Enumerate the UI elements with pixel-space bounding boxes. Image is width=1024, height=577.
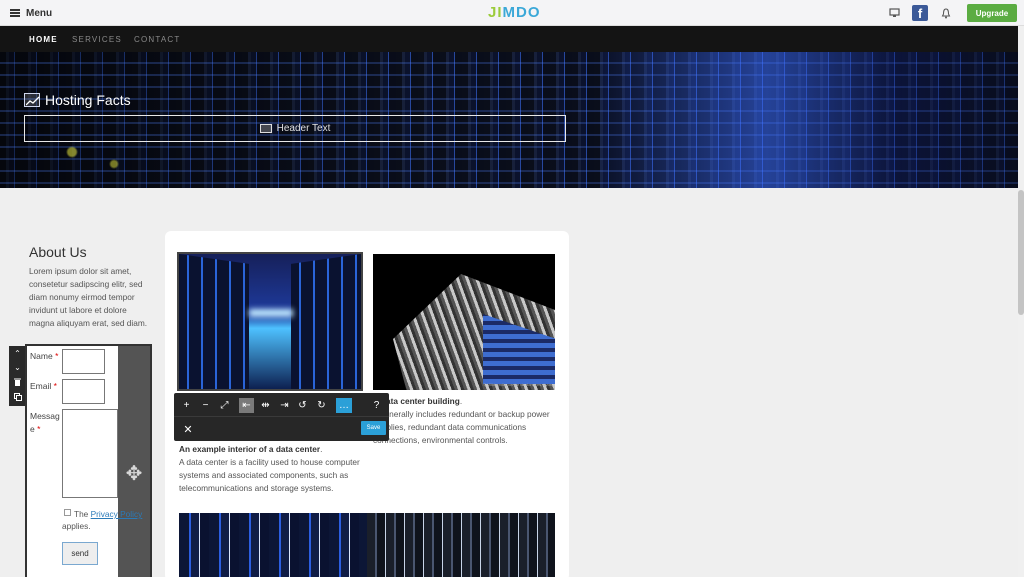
header-text-field[interactable]: Header Text [24, 115, 566, 142]
close-icon[interactable]: ✕ [182, 423, 194, 437]
logo-letter: J [488, 4, 498, 21]
message-label: Messag e * [30, 411, 60, 434]
move-icon[interactable]: ✥ [123, 463, 145, 485]
move-down-icon[interactable]: ⌄ [14, 363, 21, 372]
monitor-icon[interactable] [886, 5, 902, 21]
privacy-text: The Privacy Policy applies. [62, 509, 143, 531]
save-button[interactable]: Save [361, 421, 386, 435]
image-edit-toolbar: + − ⤢ ⇤ ⇹ ⇥ ↺ ↻ … ? ✕ Save [174, 393, 389, 441]
email-input[interactable] [62, 379, 105, 404]
gallery-image-server-room[interactable] [179, 513, 555, 577]
send-button[interactable]: send [62, 542, 98, 565]
copy-icon[interactable] [13, 393, 22, 403]
editor-topbar: Menu JIMDO f Upgrade [0, 0, 1024, 26]
about-title[interactable]: About Us [29, 244, 87, 260]
facebook-icon[interactable]: f [912, 5, 928, 21]
nav-item-home[interactable]: HOME [29, 35, 58, 44]
chart-icon [24, 93, 40, 107]
zoom-in-button[interactable]: + [179, 398, 194, 413]
jimdo-logo[interactable]: JIMDO [488, 4, 541, 21]
bell-icon[interactable] [938, 5, 954, 21]
upgrade-button[interactable]: Upgrade [967, 4, 1017, 22]
caption-building[interactable]: A data center building. It generally inc… [373, 395, 553, 447]
logo-letter: D [516, 4, 528, 21]
text-icon [259, 124, 272, 133]
name-input[interactable] [62, 349, 105, 374]
help-button[interactable]: ? [369, 398, 384, 413]
site-navigation: HOME SERVICES CONTACT [0, 26, 1018, 52]
menu-label: Menu [26, 7, 53, 19]
gallery-image-datacenter-building[interactable]: © Wikimedia, centre de donnees, Lyon [373, 254, 555, 390]
align-right-button[interactable]: ⇥ [277, 398, 292, 413]
block-toolbar: ⌃ ⌄ [9, 346, 26, 406]
fit-button[interactable]: ⤢ [217, 398, 232, 413]
caption-interior[interactable]: An example interior of a data center. A … [179, 443, 364, 495]
site-title[interactable]: Hosting Facts [24, 92, 131, 108]
menu-button[interactable]: Menu [10, 5, 52, 21]
email-label: Email * [30, 381, 57, 391]
zoom-out-button[interactable]: − [198, 398, 213, 413]
image-credit: © Wikimedia, centre de donnees, Lyon [483, 382, 552, 387]
scrollbar-thumb[interactable] [1018, 190, 1024, 315]
trash-icon[interactable] [14, 378, 21, 388]
align-left-button[interactable]: ⇤ [239, 398, 254, 413]
header-text-placeholder: Header Text [276, 123, 331, 134]
nav-item-contact[interactable]: CONTACT [134, 35, 180, 44]
message-textarea[interactable] [62, 409, 118, 498]
gallery-image-datacenter-interior[interactable] [177, 252, 363, 391]
name-label: Name * [30, 351, 59, 361]
privacy-policy-link[interactable]: Privacy Policy [91, 509, 143, 519]
drag-handle-area[interactable] [118, 346, 150, 577]
nav-item-services[interactable]: SERVICES [72, 35, 122, 44]
logo-letter: M [502, 4, 517, 21]
align-center-button[interactable]: ⇹ [258, 398, 273, 413]
site-title-text: Hosting Facts [45, 92, 131, 108]
more-options-button[interactable]: … [336, 398, 352, 413]
move-up-icon[interactable]: ⌃ [14, 349, 21, 358]
hamburger-icon [10, 9, 20, 17]
rotate-right-button[interactable]: ↻ [314, 398, 329, 413]
about-text[interactable]: Lorem ipsum dolor sit amet, consetetur s… [29, 265, 153, 330]
rotate-left-button[interactable]: ↺ [295, 398, 310, 413]
logo-letter: O [527, 4, 541, 21]
